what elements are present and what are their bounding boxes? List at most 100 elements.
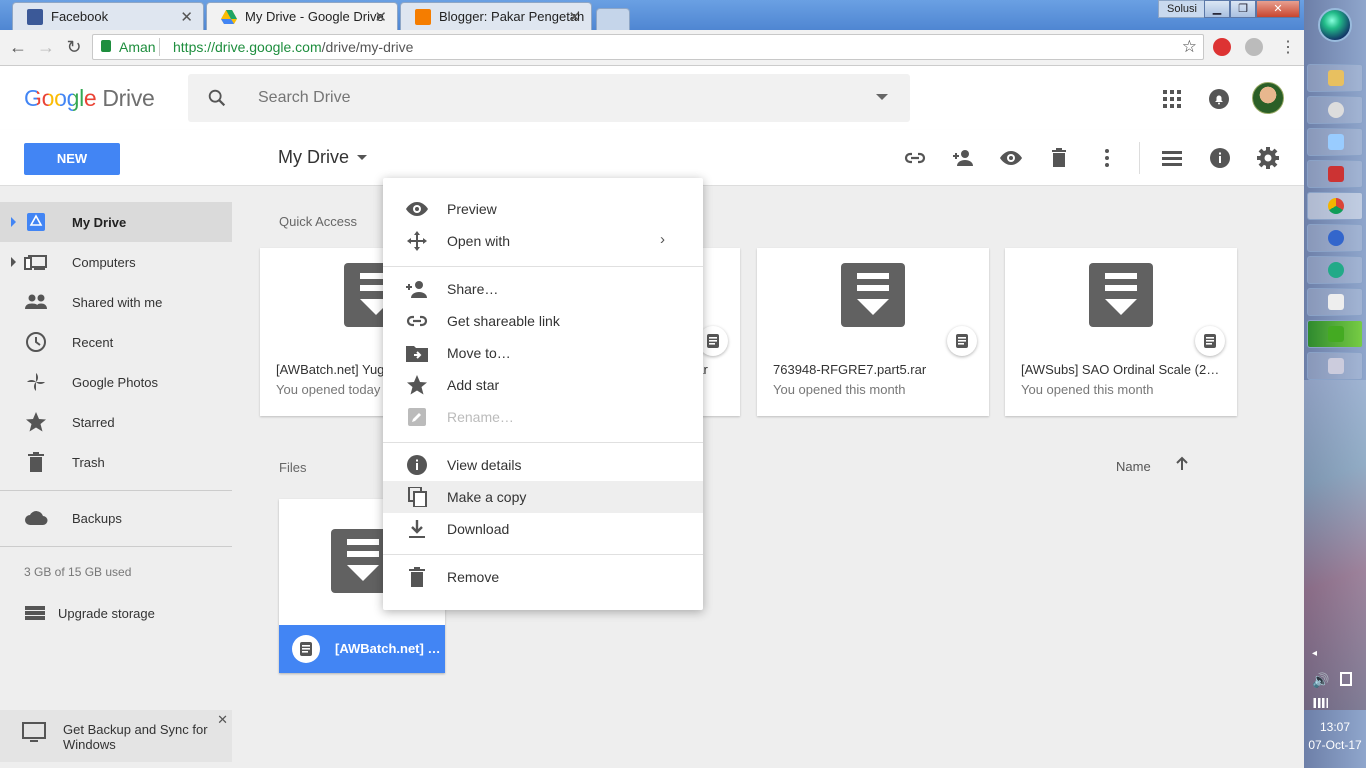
info-icon[interactable]: [1208, 146, 1232, 170]
sidebar-item-computers[interactable]: Computers: [0, 242, 232, 282]
menu-item-label: Share…: [447, 281, 499, 297]
sort-ascending-arrow-icon[interactable]: [1174, 456, 1190, 472]
more-actions-icon[interactable]: [1095, 146, 1119, 170]
sidebar-item-recent[interactable]: Recent: [0, 322, 232, 362]
taskbar-app[interactable]: [1307, 352, 1363, 380]
person-add-icon[interactable]: [951, 146, 975, 170]
close-tab-icon[interactable]: ✕: [180, 8, 193, 26]
menu-item-make-copy[interactable]: Make a copy: [383, 481, 703, 513]
google-drive-logo[interactable]: Google Drive: [24, 85, 155, 112]
notifications-icon[interactable]: [1208, 88, 1230, 110]
menu-item-remove[interactable]: Remove: [383, 561, 703, 593]
sidebar-divider: [0, 546, 232, 547]
close-promo-icon[interactable]: ✕: [217, 712, 228, 728]
sidebar-item-backups[interactable]: Backups: [0, 498, 232, 538]
quick-access-card[interactable]: 763948-RFGRE7.part5.rar You opened this …: [757, 248, 989, 416]
card-subtitle: You opened today: [276, 382, 381, 397]
volume-icon[interactable]: 🔊: [1312, 672, 1329, 689]
power-icon[interactable]: [1340, 672, 1352, 686]
sidebar-item-trash[interactable]: Trash: [0, 442, 232, 482]
google-drive-icon: [221, 10, 237, 24]
settings-gear-icon[interactable]: [1256, 146, 1280, 170]
expand-arrow-icon[interactable]: [11, 257, 16, 267]
sidebar-divider: [0, 490, 232, 491]
menu-item-preview[interactable]: Preview: [383, 193, 703, 225]
search-input[interactable]: [258, 88, 818, 108]
tab-facebook[interactable]: Facebook ✕: [12, 2, 204, 30]
menu-item-get-link[interactable]: Get shareable link: [383, 305, 703, 337]
file-type-badge-icon: [1195, 326, 1225, 356]
sidebar-item-google-photos[interactable]: Google Photos: [0, 362, 232, 402]
taskbar-clock[interactable]: 13:07 07-Oct-17: [1304, 718, 1366, 754]
menu-item-download[interactable]: Download: [383, 513, 703, 545]
menu-item-share[interactable]: Share…: [383, 273, 703, 305]
link-icon[interactable]: [903, 146, 927, 170]
extension-gray-icon[interactable]: [1245, 38, 1263, 56]
quick-access-card[interactable]: [AWSubs] SAO Ordinal Scale (201… You ope…: [1005, 248, 1237, 416]
menu-item-move-to[interactable]: Move to…: [383, 337, 703, 369]
sidebar-item-starred[interactable]: Starred: [0, 402, 232, 442]
close-window-button[interactable]: ✕: [1256, 0, 1300, 18]
taskbar-app[interactable]: [1307, 96, 1363, 124]
account-avatar[interactable]: [1252, 82, 1284, 114]
preview-eye-icon[interactable]: [999, 146, 1023, 170]
upgrade-storage-link[interactable]: Upgrade storage: [24, 605, 155, 621]
search-box[interactable]: [188, 74, 910, 122]
drive-icon: [27, 213, 45, 231]
taskbar-app[interactable]: [1307, 288, 1363, 316]
new-tab-button[interactable]: [596, 8, 630, 30]
taskbar-app[interactable]: [1307, 128, 1363, 156]
link-icon: [406, 315, 428, 327]
taskbar-app[interactable]: [1307, 256, 1363, 284]
chrome-menu-icon[interactable]: ⋮: [1276, 37, 1300, 57]
sort-by-name[interactable]: Name: [1116, 459, 1151, 474]
chrome-icon: [1328, 198, 1344, 214]
app-circle-icon: [1328, 262, 1344, 278]
address-bar[interactable]: Aman https://drive.google.com/drive/my-d…: [92, 34, 1204, 60]
files-label: Files: [279, 460, 307, 475]
card-name: 763948-RFGRE7.part5.rar: [773, 362, 927, 377]
reload-icon[interactable]: ↻: [62, 37, 86, 58]
new-button[interactable]: NEW: [24, 143, 120, 175]
windows-start-orb-icon[interactable]: [1318, 8, 1352, 42]
list-view-icon[interactable]: [1160, 146, 1184, 170]
menu-divider: [383, 554, 703, 555]
taskbar-app-active[interactable]: [1307, 320, 1363, 348]
back-icon[interactable]: ←: [6, 37, 30, 58]
eye-icon: [406, 202, 428, 216]
screen-capture-icon: [1328, 358, 1344, 374]
move-arrows-icon: [407, 231, 427, 251]
taskbar-explorer[interactable]: [1307, 64, 1363, 92]
taskbar-app[interactable]: [1307, 160, 1363, 188]
menu-item-rename[interactable]: Rename…: [383, 401, 703, 433]
apps-grid-icon[interactable]: [1161, 88, 1183, 110]
divider: [159, 38, 160, 56]
sidebar-item-shared[interactable]: Shared with me: [0, 282, 232, 322]
bookmark-star-icon[interactable]: ☆: [1182, 37, 1197, 57]
pencil-icon: [408, 408, 426, 426]
close-tab-icon[interactable]: ✕: [374, 8, 387, 26]
taskbar-chrome[interactable]: [1307, 192, 1363, 220]
menu-item-open-with[interactable]: Open with ›: [383, 225, 703, 257]
tab-my-drive[interactable]: My Drive - Google Drive ✕: [206, 2, 398, 30]
file-name: [AWBatch.net] …: [335, 641, 441, 656]
breadcrumb[interactable]: My Drive: [278, 147, 367, 168]
minimize-button[interactable]: ▁: [1204, 0, 1230, 18]
expand-arrow-icon[interactable]: [11, 217, 16, 227]
network-signal-icon[interactable]: [1312, 698, 1328, 708]
close-tab-icon[interactable]: ✕: [568, 8, 581, 26]
taskbar-app[interactable]: [1307, 224, 1363, 252]
maximize-button[interactable]: ❐: [1230, 0, 1256, 18]
delete-icon[interactable]: [1047, 146, 1071, 170]
search-options-icon[interactable]: [876, 94, 888, 100]
person-add-icon: [406, 281, 427, 298]
card-subtitle: You opened this month: [773, 382, 906, 397]
menu-item-add-star[interactable]: Add star: [383, 369, 703, 401]
menu-item-view-details[interactable]: View details: [383, 449, 703, 481]
sidebar-item-my-drive[interactable]: My Drive: [0, 202, 232, 242]
forward-icon[interactable]: →: [34, 37, 58, 58]
tray-expand-icon[interactable]: ◂: [1312, 648, 1317, 659]
extension-red-icon[interactable]: [1213, 38, 1231, 56]
backup-sync-promo[interactable]: Get Backup and Sync for Windows ✕: [0, 710, 232, 762]
tab-blogger[interactable]: Blogger: Pakar Pengetah ✕: [400, 2, 592, 30]
